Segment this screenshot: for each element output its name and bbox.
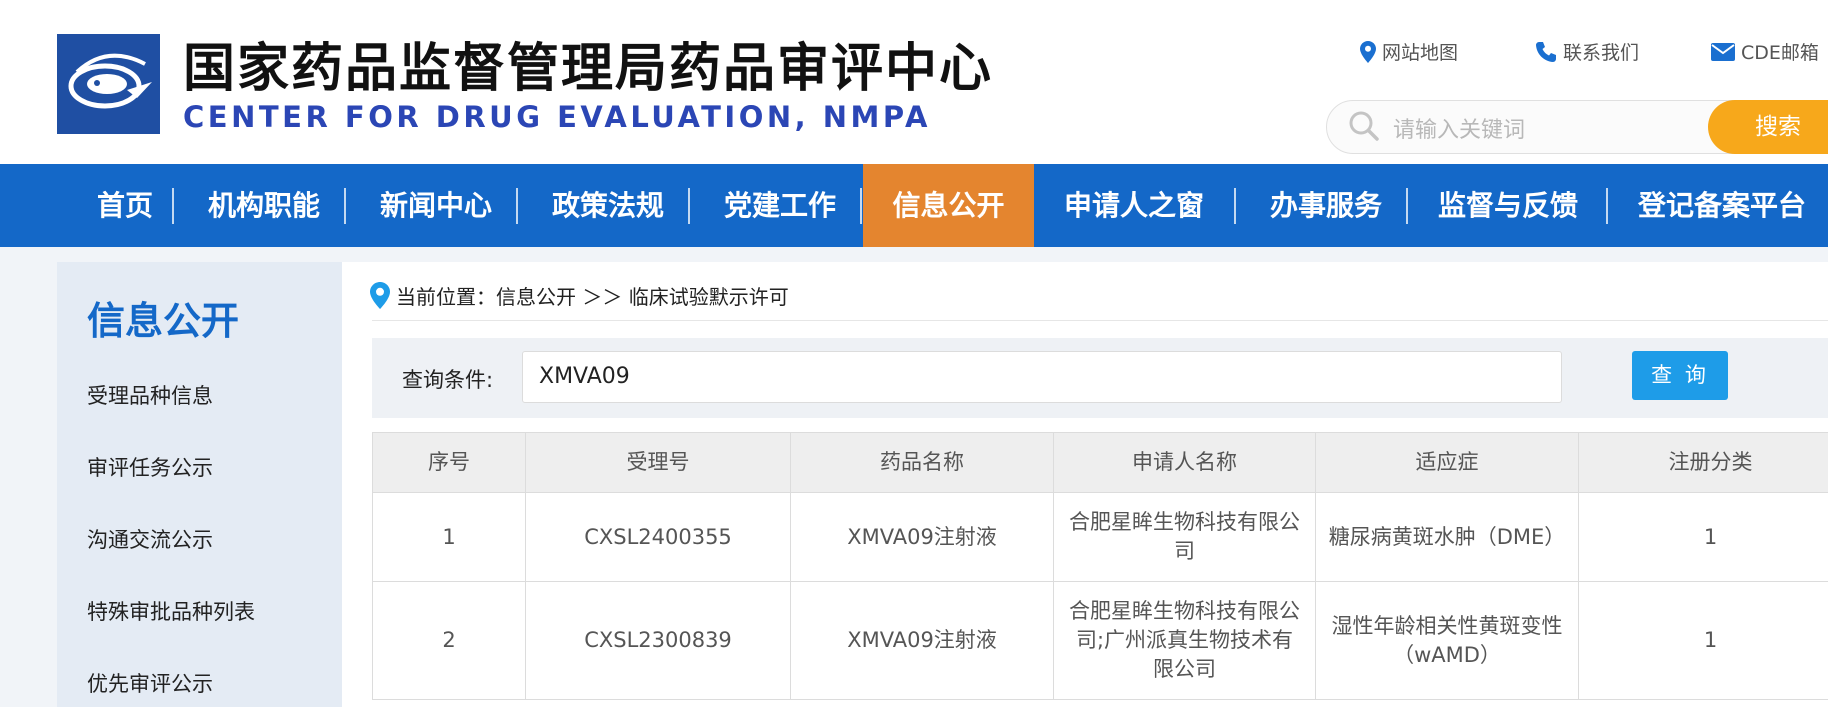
cell-index: 1 — [372, 492, 526, 582]
cell-indication: 湿性年龄相关性黄斑变性（wAMD） — [1315, 581, 1579, 700]
col-header-drug-name: 药品名称 — [790, 432, 1054, 493]
search-placeholder: 请输入关键词 — [1393, 118, 1526, 143]
sitemap-link[interactable]: 网站地图 — [1360, 38, 1458, 65]
cell-acceptance-no: CXSL2400355 — [525, 492, 791, 582]
nav-info-disclosure[interactable]: 信息公开 — [863, 164, 1034, 247]
query-button[interactable]: 查 询 — [1632, 351, 1728, 400]
nav-party[interactable]: 党建工作 — [706, 164, 854, 247]
nav-policy[interactable]: 政策法规 — [534, 164, 682, 247]
mail-label: CDE邮箱 — [1741, 42, 1819, 64]
contact-link[interactable]: 联系我们 — [1535, 38, 1639, 65]
cell-indication: 糖尿病黄斑水肿（DME） — [1315, 492, 1579, 582]
query-input[interactable]: XMVA09 — [522, 351, 1562, 403]
nav-services[interactable]: 办事服务 — [1252, 164, 1400, 247]
col-header-index: 序号 — [372, 432, 526, 493]
site-header: 国家药品监督管理局药品审评中心 CENTER FOR DRUG EVALUATI… — [0, 0, 1828, 164]
mail-link[interactable]: CDE邮箱 — [1711, 38, 1819, 65]
col-header-acceptance-no: 受理号 — [525, 432, 791, 493]
table-row: 1 CXSL2400355 XMVA09注射液 合肥星眸生物科技有限公司 糖尿病… — [372, 492, 1828, 582]
cell-registration-class: 1 — [1578, 581, 1828, 700]
nav-divider — [172, 188, 174, 224]
breadcrumb: 当前位置：信息公开 ＞＞ 临床试验默示许可 — [370, 281, 789, 310]
sidebar-item-review-tasks[interactable]: 审评任务公示 — [87, 452, 213, 482]
nav-applicant[interactable]: 申请人之窗 — [1050, 164, 1218, 247]
table-row: 2 CXSL2300839 XMVA09注射液 合肥星眸生物科技有限公司;广州派… — [372, 581, 1828, 700]
col-header-registration-class: 注册分类 — [1578, 432, 1828, 493]
sidebar: 信息公开 受理品种信息 审评任务公示 沟通交流公示 特殊审批品种列表 优先审评公… — [57, 262, 342, 707]
sidebar-item-communication[interactable]: 沟通交流公示 — [87, 524, 213, 554]
query-label: 查询条件: — [402, 368, 494, 392]
nav-news[interactable]: 新闻中心 — [362, 164, 510, 247]
phone-icon — [1536, 41, 1556, 62]
col-header-applicant: 申请人名称 — [1053, 432, 1316, 493]
sidebar-item-special-approval[interactable]: 特殊审批品种列表 — [87, 596, 255, 626]
search-icon — [1348, 110, 1380, 146]
breadcrumb-text: 当前位置：信息公开 ＞＞ 临床试验默示许可 — [396, 285, 789, 309]
sidebar-title: 信息公开 — [87, 299, 240, 343]
breadcrumb-divider — [372, 320, 1828, 321]
cell-applicant: 合肥星眸生物科技有限公司 — [1053, 492, 1316, 582]
nav-divider — [1406, 188, 1408, 224]
nav-feedback[interactable]: 监督与反馈 — [1424, 164, 1592, 247]
results-table: 序号 受理号 药品名称 申请人名称 适应症 注册分类 1 CXSL2400355… — [372, 432, 1828, 700]
nav-divider — [1234, 188, 1236, 224]
col-header-indication: 适应症 — [1315, 432, 1579, 493]
cell-drug-name: XMVA09注射液 — [790, 492, 1054, 582]
cell-drug-name: XMVA09注射液 — [790, 581, 1054, 700]
cell-applicant: 合肥星眸生物科技有限公司;广州派真生物技术有限公司 — [1053, 581, 1316, 700]
nav-divider — [344, 188, 346, 224]
nav-organization[interactable]: 机构职能 — [190, 164, 338, 247]
cell-index: 2 — [372, 581, 526, 700]
sidebar-item-accepted-varieties[interactable]: 受理品种信息 — [87, 380, 213, 410]
nav-divider — [688, 188, 690, 224]
nav-divider — [1606, 188, 1608, 224]
cde-logo[interactable] — [57, 34, 160, 134]
nav-home[interactable]: 首页 — [76, 164, 174, 247]
envelope-icon — [1711, 42, 1735, 61]
site-title-cn: 国家药品监督管理局药品审评中心 — [183, 39, 994, 99]
cell-acceptance-no: CXSL2300839 — [525, 581, 791, 700]
sitemap-label: 网站地图 — [1382, 42, 1459, 64]
cell-registration-class: 1 — [1578, 492, 1828, 582]
search-button[interactable]: 搜索 — [1708, 100, 1828, 154]
table-header-row: 序号 受理号 药品名称 申请人名称 适应症 注册分类 — [372, 432, 1828, 493]
contact-label: 联系我们 — [1563, 42, 1640, 64]
main-nav: 首页 机构职能 新闻中心 政策法规 党建工作 信息公开 申请人之窗 办事服务 监… — [0, 164, 1828, 247]
nav-registration[interactable]: 登记备案平台 — [1624, 164, 1820, 247]
sidebar-item-priority-review[interactable]: 优先审评公示 — [87, 668, 213, 698]
nav-divider — [860, 188, 862, 224]
location-pin-icon — [370, 282, 390, 309]
location-pin-icon — [1360, 40, 1376, 63]
site-title-en: CENTER FOR DRUG EVALUATION, NMPA — [183, 100, 931, 134]
nav-divider — [516, 188, 518, 224]
